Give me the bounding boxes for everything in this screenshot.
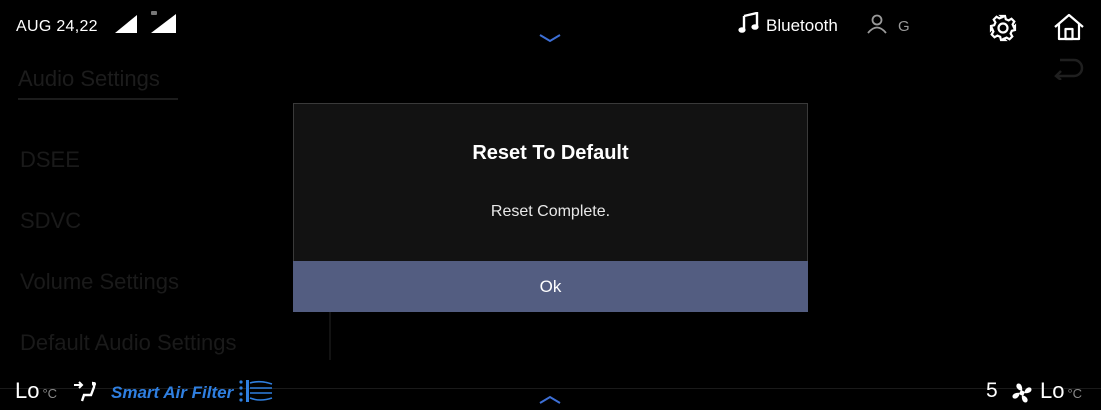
left-temperature[interactable]: Lo °C — [15, 378, 57, 404]
air-filter-icon[interactable] — [238, 378, 274, 409]
home-icon[interactable] — [1053, 12, 1085, 47]
fan-speed[interactable]: 5 — [986, 379, 998, 403]
user-profile[interactable]: G — [866, 14, 910, 39]
gear-icon[interactable] — [988, 13, 1018, 48]
left-temperature-value: Lo — [15, 378, 40, 403]
left-temperature-unit: °C — [42, 386, 58, 401]
right-temperature-unit: °C — [1067, 386, 1083, 401]
signal-strength-icon — [149, 10, 177, 39]
audio-settings-screen: AUG 24,22 Bluetooth G Audio Settings DSE… — [0, 0, 1101, 410]
menu-item-dsee[interactable]: DSEE — [20, 147, 80, 173]
user-icon — [866, 14, 888, 39]
user-initial: G — [898, 18, 910, 35]
back-arrow-icon[interactable] — [1052, 56, 1084, 85]
fan-icon[interactable] — [1010, 381, 1034, 410]
media-source-label: Bluetooth — [766, 15, 838, 35]
dialog-message: Reset Complete. — [490, 203, 611, 220]
menu-item-default-audio-settings[interactable]: Default Audio Settings — [20, 330, 236, 356]
right-temperature-value: Lo — [1040, 378, 1065, 403]
music-note-icon — [738, 11, 760, 39]
smart-air-filter-label[interactable]: Smart Air Filter — [111, 383, 233, 403]
page-title: Audio Settings — [18, 66, 178, 100]
menu-item-volume-settings[interactable]: Volume Settings — [20, 269, 179, 295]
right-temperature[interactable]: Lo °C — [1040, 378, 1082, 404]
media-source[interactable]: Bluetooth — [738, 11, 838, 39]
chevron-up-icon[interactable] — [538, 392, 562, 410]
date-display: AUG 24,22 — [16, 18, 98, 35]
seat-airflow-icon[interactable] — [72, 381, 102, 408]
dialog-title: Reset To Default — [472, 142, 629, 164]
ok-button[interactable]: Ok — [293, 261, 808, 312]
reset-dialog: Reset To Default Reset Complete. Ok — [293, 103, 808, 312]
status-bar: AUG 24,22 Bluetooth G — [0, 0, 1101, 48]
menu-item-sdvc[interactable]: SDVC — [20, 208, 81, 234]
signal-strength-icon — [113, 14, 139, 39]
chevron-down-icon[interactable] — [538, 30, 562, 48]
